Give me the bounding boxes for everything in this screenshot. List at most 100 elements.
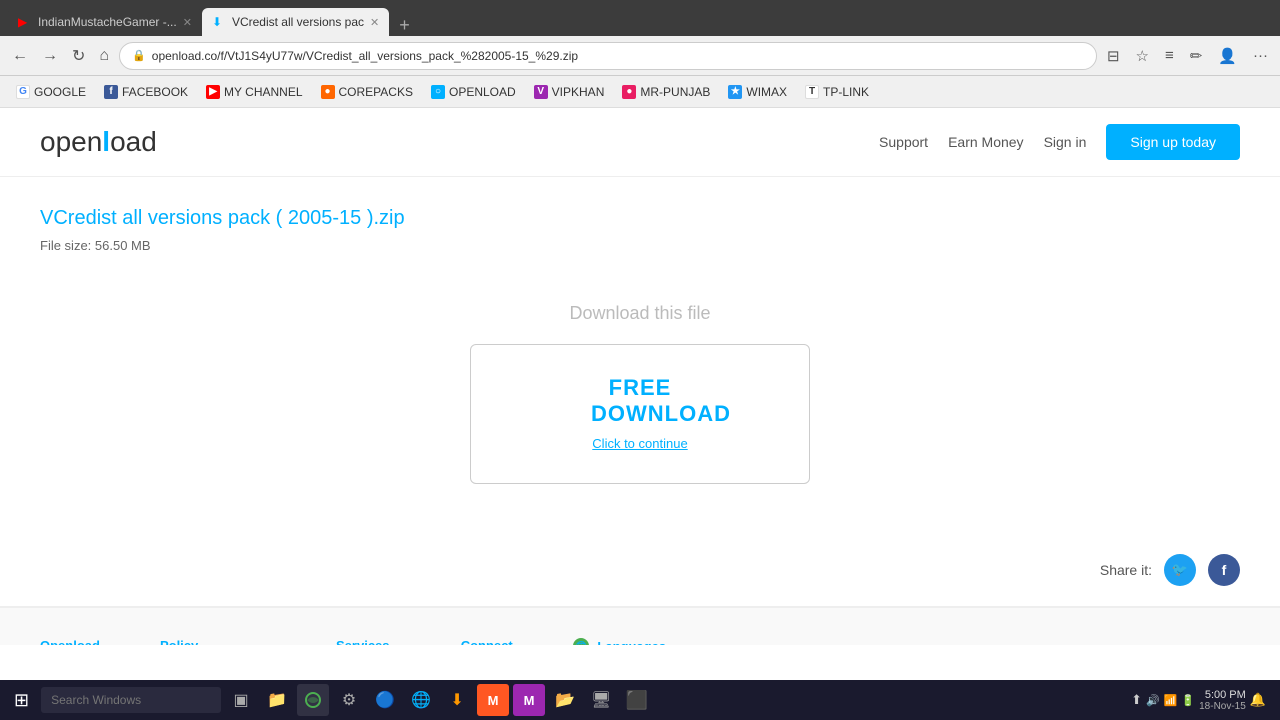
logo-text-load: l <box>102 126 110 157</box>
taskbar-search-input[interactable] <box>41 687 221 713</box>
taskbar-system-tray: ⬆ 🔊 📶 🔋 5:00 PM 18-Nov-15 🔔 <box>1131 689 1274 712</box>
share-facebook-button[interactable]: f <box>1208 554 1240 586</box>
taskbar-view-button[interactable]: ▣ <box>225 684 257 716</box>
bookmark-wimax-icon: ★ <box>728 85 742 99</box>
download-box[interactable]: FREE DOWNLOAD Click to continue <box>470 344 810 484</box>
bookmark-wimax-label: WIMAX <box>746 85 787 99</box>
footer-heading-connect: Connect <box>461 638 514 645</box>
bookmark-youtube-icon: ▶ <box>206 85 220 99</box>
taskbar-app2-icon[interactable]: 🌐 <box>405 684 437 716</box>
more-icon[interactable]: ··· <box>1249 43 1272 68</box>
forward-button[interactable]: → <box>38 43 62 69</box>
site-header: openload Support Earn Money Sign in Sign… <box>0 108 1280 177</box>
bookmark-vipkhan[interactable]: V VIPKHAN <box>526 82 613 102</box>
taskbar-settings-icon[interactable]: ⚙ <box>333 684 365 716</box>
bookmark-vipkhan-icon: V <box>534 85 548 99</box>
start-button[interactable]: ⊞ <box>6 686 37 715</box>
tab-bar: ▶ IndianMustacheGamer -... ✕ ⬇ VCredist … <box>0 0 1280 36</box>
logo-text-open: open <box>40 126 102 157</box>
bookmark-corepacks-icon: ● <box>321 85 335 99</box>
file-size: File size: 56.50 MB <box>40 238 1240 253</box>
security-icon: 🔒 <box>132 49 146 62</box>
clock-time: 5:00 PM <box>1199 689 1246 701</box>
page-content: openload Support Earn Money Sign in Sign… <box>0 108 1280 645</box>
sidebar-icon[interactable]: ⊟ <box>1103 43 1124 69</box>
bookmark-openload-icon: ○ <box>431 85 445 99</box>
taskbar-app5-icon[interactable]: M <box>513 684 545 716</box>
taskbar-app7-icon[interactable]: 🖥 <box>585 684 617 716</box>
download-heading: Download this file <box>40 303 1240 324</box>
taskbar-app3-icon[interactable]: ⬇ <box>441 684 473 716</box>
share-label: Share it: <box>1100 562 1152 578</box>
logo-text-oad: oad <box>110 126 157 157</box>
tab-label-1: IndianMustacheGamer -... <box>38 15 177 29</box>
header-nav: Support Earn Money Sign in Sign up today <box>879 124 1240 160</box>
twitter-icon: 🐦 <box>1172 562 1188 578</box>
tab-favicon-2: ⬇ <box>212 15 226 29</box>
bookmark-corepacks-label: COREPACKS <box>339 85 413 99</box>
bookmark-tp-link[interactable]: T TP-LINK <box>797 82 877 102</box>
footer-col-services: Services Earn Money API Speedtest <box>336 638 401 645</box>
earn-money-link[interactable]: Earn Money <box>948 134 1023 150</box>
notification-icon[interactable]: 🔔 <box>1250 692 1266 708</box>
bookmark-facebook[interactable]: f FACEBOOK <box>96 82 196 102</box>
bookmark-openload-label: OPENLOAD <box>449 85 516 99</box>
bookmark-icon[interactable]: ☆ <box>1132 43 1153 69</box>
tab-2[interactable]: ⬇ VCredist all versions pac ✕ <box>202 8 389 36</box>
support-link[interactable]: Support <box>879 134 928 150</box>
footer-heading-languages-text: Languages <box>597 639 666 646</box>
taskbar: ⊞ ▣ 📁 ⚙ 🔵 🌐 ⬇ M M 📂 🖥 ⬛ ⬆ 🔊 📶 🔋 5:00 PM … <box>0 680 1280 720</box>
back-button[interactable]: ← <box>8 43 32 69</box>
address-bar[interactable]: 🔒 openload.co/f/VtJ1S4yU77w/VCredist_all… <box>119 42 1097 70</box>
tray-icon-1: ⬆ <box>1131 692 1142 708</box>
footer-col-policy: Policy Terms and Conditions Copyright Po… <box>160 638 276 645</box>
file-title: VCredist all versions pack ( 2005-15 ).z… <box>40 207 1240 230</box>
bookmark-wimax[interactable]: ★ WIMAX <box>720 82 795 102</box>
home-button[interactable]: ⌂ <box>95 43 113 69</box>
sign-in-link[interactable]: Sign in <box>1044 134 1087 150</box>
bookmark-openload[interactable]: ○ OPENLOAD <box>423 82 524 102</box>
refresh-button[interactable]: ↻ <box>68 42 89 70</box>
facebook-icon: f <box>1222 562 1227 578</box>
footer-heading-languages: 🌐 Languages <box>573 638 666 645</box>
taskbar-app8-icon[interactable]: ⬛ <box>621 684 653 716</box>
taskbar-ie-icon[interactable] <box>297 684 329 716</box>
edit-icon[interactable]: ✏ <box>1186 43 1207 69</box>
bookmark-my-channel-label: MY CHANNEL <box>224 85 302 99</box>
bookmark-google[interactable]: G GOOGLE <box>8 82 94 102</box>
bookmark-google-label: GOOGLE <box>34 85 86 99</box>
bookmark-tplink-label: TP-LINK <box>823 85 869 99</box>
taskbar-app1-icon[interactable]: 🔵 <box>369 684 401 716</box>
download-section: Download this file FREE DOWNLOAD Click t… <box>40 283 1240 504</box>
tray-icon-4: 🔋 <box>1181 694 1195 707</box>
tray-icon-3: 📶 <box>1164 694 1178 707</box>
share-twitter-button[interactable]: 🐦 <box>1164 554 1196 586</box>
footer-heading-openload: Openload <box>40 638 100 645</box>
bookmark-corepacks[interactable]: ● COREPACKS <box>313 82 421 102</box>
taskbar-app4-icon[interactable]: M <box>477 684 509 716</box>
bookmark-vipkhan-label: VIPKHAN <box>552 85 605 99</box>
tray-icon-2: 🔊 <box>1146 694 1160 707</box>
bookmark-facebook-label: FACEBOOK <box>122 85 188 99</box>
profile-icon[interactable]: 👤 <box>1214 43 1241 69</box>
toolbar-icons: ⊟ ☆ ≡ ✏ 👤 ··· <box>1103 43 1272 69</box>
taskbar-clock: 5:00 PM 18-Nov-15 <box>1199 689 1246 712</box>
bookmark-google-icon: G <box>16 85 30 99</box>
sign-up-button[interactable]: Sign up today <box>1106 124 1240 160</box>
taskbar-explorer-icon[interactable]: 📁 <box>261 684 293 716</box>
site-logo: openload <box>40 126 879 158</box>
address-text: openload.co/f/VtJ1S4yU77w/VCredist_all_v… <box>152 49 578 63</box>
taskbar-app6-icon[interactable]: 📂 <box>549 684 581 716</box>
bookmark-mrpunjab-icon: ● <box>622 85 636 99</box>
tab-1[interactable]: ▶ IndianMustacheGamer -... ✕ <box>8 8 202 36</box>
new-tab-button[interactable]: + <box>393 15 416 36</box>
bookmark-mr-punjab[interactable]: ● MR-PUNJAB <box>614 82 718 102</box>
click-continue-link[interactable]: Click to continue <box>592 436 687 451</box>
footer-col-openload: Openload About us News FAQ Contact us <box>40 638 100 645</box>
languages-globe-icon: 🌐 <box>573 638 589 645</box>
tab-close-2[interactable]: ✕ <box>370 16 379 29</box>
tab-close-1[interactable]: ✕ <box>183 16 192 29</box>
bookmark-my-channel[interactable]: ▶ MY CHANNEL <box>198 82 310 102</box>
tab-label-2: VCredist all versions pac <box>232 15 364 29</box>
menu-icon[interactable]: ≡ <box>1161 43 1178 68</box>
